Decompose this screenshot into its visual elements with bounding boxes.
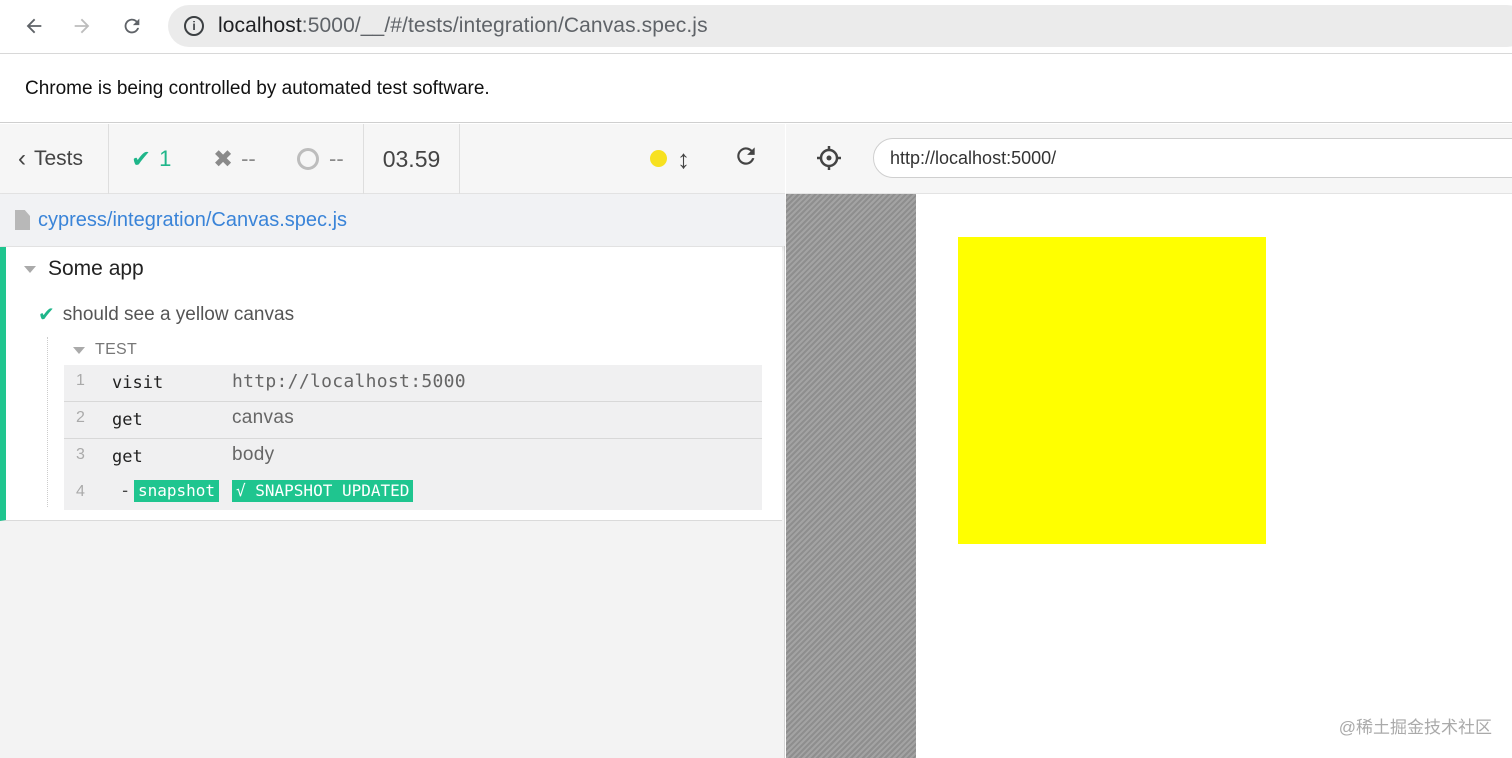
failed-stat: ✖ -- [213,145,256,174]
test-body: TEST 1 visit http://localhost:5000 2 get… [47,337,762,510]
snapshot-tag: snapshot [134,480,220,502]
aut-url-bar[interactable]: http://localhost:5000/ [873,138,1512,178]
command-name: get [112,410,143,430]
url-host: localhost [218,14,302,37]
command-row[interactable]: 4 - snapshot √ SNAPSHOT UPDATED [64,476,762,510]
command-message: body [232,444,275,465]
chevron-left-icon: ‹ [18,145,26,172]
command-number: 4 [76,483,85,500]
arrow-left-icon [26,18,42,34]
test-header[interactable]: ✔ should see a yellow canvas [38,302,294,327]
failed-count: -- [241,146,256,171]
suite-header[interactable]: Some app [24,257,144,281]
browser-toolbar: i localhost:5000/__/#/tests/integration/… [0,0,1512,54]
tests-back-button[interactable]: ‹ Tests [0,124,109,194]
test-title: should see a yellow canvas [62,303,295,325]
command-row[interactable]: 2 get canvas [64,402,762,439]
back-button[interactable] [18,10,50,42]
caret-down-icon [24,265,36,273]
command-number: 1 [76,372,85,389]
command-message: canvas [232,407,295,428]
reporter-panel: ‹ Tests ✔ 1 ✖ -- -- 03.59 ↕ cypress/inte… [0,124,785,758]
rerun-button[interactable] [733,142,759,172]
spec-path-link[interactable]: cypress/integration/Canvas.spec.js [38,209,347,232]
aut-header: http://localhost:5000/ [786,124,1512,194]
info-icon[interactable]: i [184,16,204,36]
snapshot-updated-tag: √ SNAPSHOT UPDATED [232,480,414,502]
reload-icon [737,147,755,165]
suite-title: Some app [48,257,144,280]
check-icon: ✔ [38,304,55,326]
hook-label: TEST [95,341,138,358]
command-number: 3 [76,446,85,463]
file-icon [15,210,30,230]
command-name: visit [112,373,164,393]
passed-stat: ✔ 1 [131,145,171,174]
arrow-right-icon [74,18,90,34]
stats-group: ✔ 1 ✖ -- -- [109,124,364,194]
aut-background-hatch [786,194,916,758]
command-message: http://localhost:5000 [232,371,466,392]
aut-url-text: http://localhost:5000/ [890,147,1057,168]
address-bar[interactable]: i localhost:5000/__/#/tests/integration/… [168,5,1512,47]
forward-button[interactable] [66,10,98,42]
duration-value: 03.59 [382,145,441,172]
command-row[interactable]: 1 visit http://localhost:5000 [64,365,762,402]
crosshair-icon [817,146,841,170]
x-icon: ✖ [213,145,234,173]
reporter-header: ‹ Tests ✔ 1 ✖ -- -- 03.59 ↕ [0,124,785,194]
app-iframe: @稀土掘金技术社区 [916,194,1512,758]
command-name: - [120,481,131,501]
reload-button[interactable] [116,10,148,42]
caret-down-icon [73,346,85,354]
duration: 03.59 [364,124,460,194]
automation-infobar: Chrome is being controlled by automated … [0,55,1512,123]
pending-circle-icon [297,148,319,170]
spec-path-bar: cypress/integration/Canvas.spec.js [0,194,785,246]
yellow-canvas [958,237,1266,544]
suite-runnable: Some app ✔ should see a yellow canvas TE… [0,247,782,521]
check-icon: ✔ [131,145,152,173]
hook-header[interactable]: TEST [73,341,137,359]
reload-icon [124,18,140,34]
watermark: @稀土掘金技术社区 [1338,718,1492,737]
command-row[interactable]: 3 get body [64,439,762,476]
url-path: :5000/__/#/tests/integration/Canvas.spec… [301,14,708,37]
pending-stat: -- [297,146,344,172]
command-name: get [112,447,143,467]
address-url[interactable]: localhost:5000/__/#/tests/integration/Ca… [218,14,708,38]
command-number: 2 [76,409,85,426]
scroll-toggle-icon[interactable]: ↕ [677,144,690,175]
command-list: 1 visit http://localhost:5000 2 get canv… [64,365,762,510]
pending-count: -- [329,146,344,171]
selector-playground-button[interactable] [816,145,842,171]
infobar-text: Chrome is being controlled by automated … [25,77,490,99]
tests-label: Tests [34,147,84,170]
running-dot-icon [650,150,667,167]
passed-count: 1 [159,146,172,171]
